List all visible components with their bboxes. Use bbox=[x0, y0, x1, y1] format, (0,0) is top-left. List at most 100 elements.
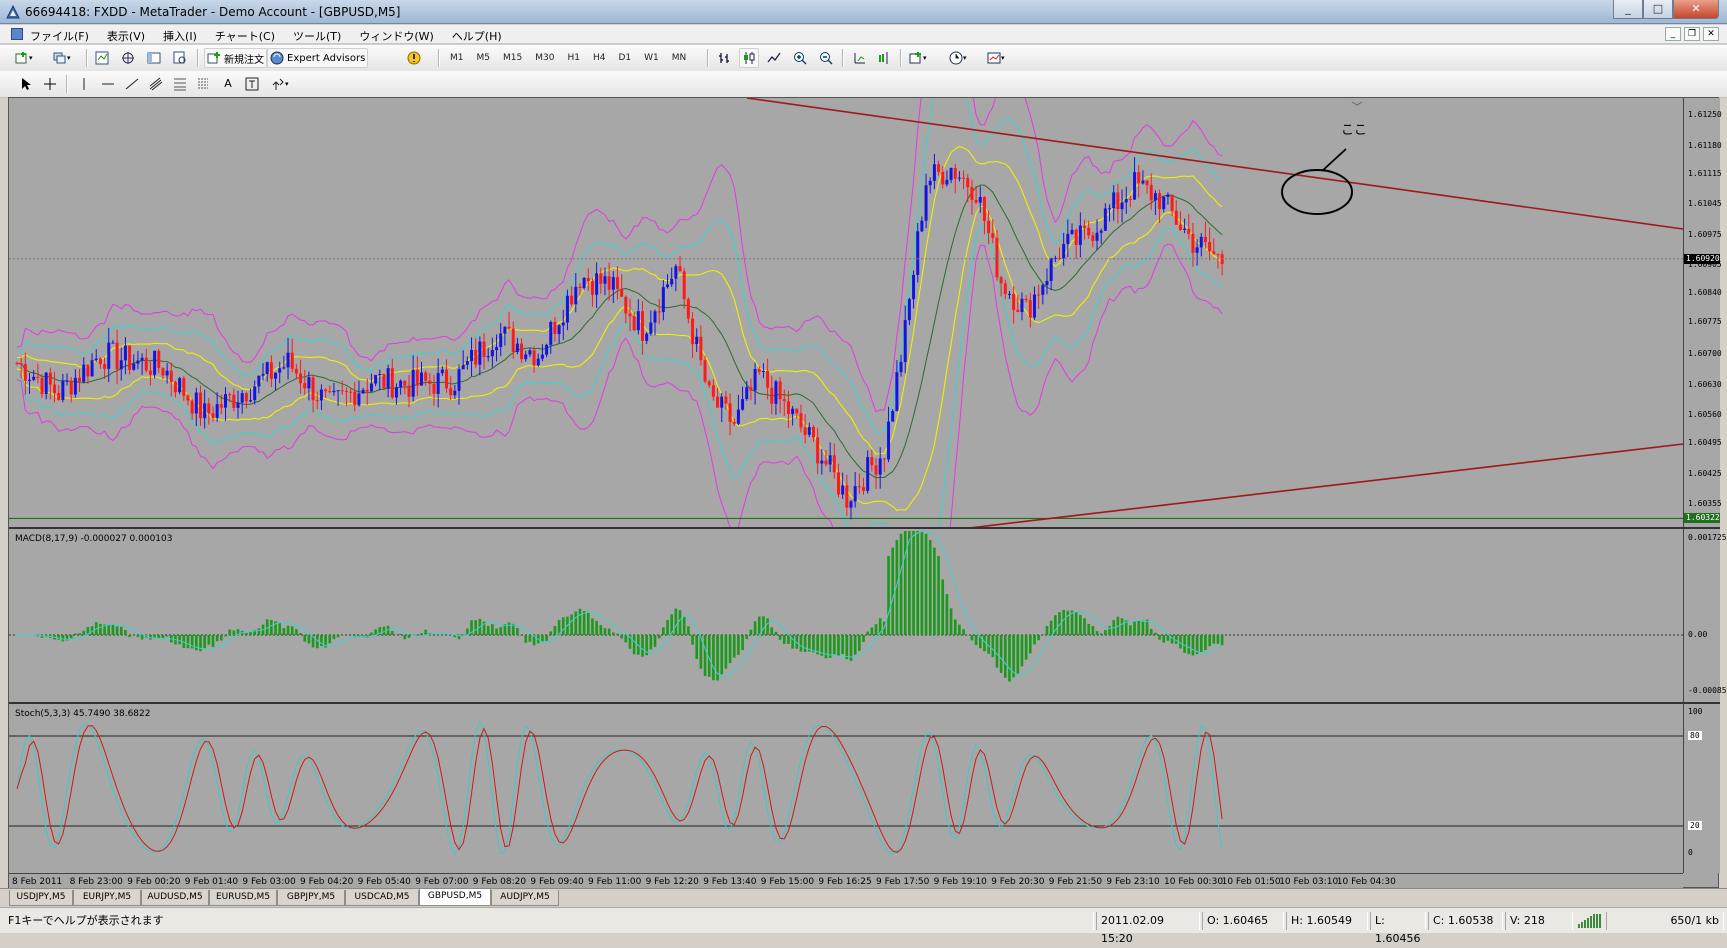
chart-tab[interactable]: AUDUSD,M5 bbox=[141, 890, 209, 906]
maximize-button[interactable]: □ bbox=[1643, 0, 1673, 19]
bar-chart-button[interactable] bbox=[714, 48, 734, 68]
text-label-button[interactable] bbox=[242, 74, 262, 94]
horizontal-line-button[interactable] bbox=[98, 74, 118, 94]
zoom-out-button[interactable] bbox=[816, 48, 836, 68]
candle-body bbox=[1075, 230, 1078, 245]
channel-icon bbox=[149, 77, 163, 91]
expert-advisors-button[interactable]: Expert Advisors bbox=[267, 48, 368, 68]
candle-body bbox=[812, 427, 815, 437]
connection-bars-icon[interactable] bbox=[1578, 914, 1602, 928]
arrows-button[interactable]: ▾ bbox=[268, 74, 292, 94]
candle-body bbox=[491, 350, 494, 356]
chart-tab[interactable]: GBPJPY,M5 bbox=[277, 890, 345, 906]
fibo-fan-button[interactable] bbox=[194, 74, 214, 94]
auto-scroll-button[interactable] bbox=[849, 48, 869, 68]
candle-body bbox=[808, 427, 811, 435]
macd-bar bbox=[166, 635, 169, 636]
chart-window[interactable]: ここ 1.612501.611801.611151.610451.609751.… bbox=[8, 97, 1719, 888]
chart-tab[interactable]: AUDJPY,M5 bbox=[491, 890, 559, 906]
macd-bar bbox=[1037, 635, 1040, 640]
macd-bar bbox=[933, 548, 936, 635]
time-axis[interactable]: 8 Feb 20118 Feb 23:009 Feb 00:209 Feb 01… bbox=[9, 873, 1683, 888]
strategy-tester-button[interactable] bbox=[170, 48, 190, 68]
equidistant-channel-button[interactable] bbox=[146, 74, 166, 94]
trendline-button[interactable] bbox=[122, 74, 142, 94]
candle-body bbox=[937, 164, 940, 172]
title-bar[interactable]: 66694418: FXDD - MetaTrader - Demo Accou… bbox=[0, 0, 1727, 24]
market-watch-button[interactable] bbox=[92, 48, 112, 68]
macd-bar bbox=[295, 629, 298, 635]
macd-bar bbox=[971, 635, 974, 640]
macd-bar bbox=[120, 627, 123, 635]
candle-body bbox=[107, 343, 110, 369]
candle-body bbox=[508, 327, 511, 329]
child-minimize-button[interactable]: _ bbox=[1665, 27, 1681, 41]
alerts-button[interactable] bbox=[404, 48, 424, 68]
crosshair-tool-button[interactable] bbox=[40, 74, 60, 94]
stochastic-pane[interactable] bbox=[9, 704, 1683, 873]
candle-body bbox=[866, 457, 869, 491]
candle-body bbox=[758, 369, 761, 372]
timeframe-m1-button[interactable]: M1 bbox=[447, 53, 467, 63]
periods-button[interactable]: ▾ bbox=[946, 48, 970, 68]
chart-tab[interactable]: EURUSD,M5 bbox=[209, 890, 277, 906]
zoom-in-icon bbox=[793, 51, 807, 65]
line-chart-button[interactable] bbox=[764, 48, 784, 68]
chart-tab[interactable]: USDCAD,M5 bbox=[345, 890, 419, 906]
candle-body bbox=[99, 359, 102, 365]
candle-body bbox=[470, 350, 473, 361]
timeframe-m15-button[interactable]: M15 bbox=[500, 53, 525, 63]
terminal-button[interactable] bbox=[144, 48, 164, 68]
macd-pane[interactable] bbox=[9, 529, 1683, 703]
templates-button[interactable]: ▾ bbox=[984, 48, 1008, 68]
menu-item[interactable]: 挿入(I) bbox=[163, 28, 197, 44]
macd-bar bbox=[216, 635, 219, 641]
vertical-line-button[interactable] bbox=[74, 74, 94, 94]
candlestick-button[interactable] bbox=[739, 48, 759, 68]
child-restore-button[interactable]: ❐ bbox=[1684, 27, 1700, 41]
navigator-button[interactable] bbox=[118, 48, 138, 68]
macd-bar bbox=[370, 633, 373, 635]
macd-bar bbox=[937, 556, 940, 635]
child-close-button[interactable]: ✕ bbox=[1703, 27, 1719, 41]
text-tool-button[interactable]: A bbox=[218, 74, 238, 94]
zoom-in-button[interactable] bbox=[790, 48, 810, 68]
chart-tab[interactable]: GBPUSD,M5 bbox=[419, 889, 491, 906]
chart-shift-button[interactable] bbox=[874, 48, 894, 68]
candle-body bbox=[649, 323, 652, 334]
timeframe-d1-button[interactable]: D1 bbox=[615, 53, 634, 63]
new-order-button[interactable]: 新規注文 bbox=[204, 48, 267, 68]
timeframe-h1-button[interactable]: H1 bbox=[564, 53, 583, 63]
price-scale[interactable]: 1.612501.611801.611151.610451.609751.609… bbox=[1683, 98, 1720, 528]
document-icon[interactable] bbox=[11, 28, 23, 40]
fibonacci-button[interactable] bbox=[170, 74, 190, 94]
menu-item[interactable]: ツール(T) bbox=[293, 28, 341, 44]
candle-body bbox=[428, 381, 431, 384]
cursor-tool-button[interactable] bbox=[16, 74, 36, 94]
indicators-button[interactable]: ▾ bbox=[906, 48, 930, 68]
timeframe-h4-button[interactable]: H4 bbox=[590, 53, 609, 63]
new-chart-button[interactable]: ▾ bbox=[12, 48, 36, 68]
close-button[interactable]: ✕ bbox=[1673, 0, 1719, 19]
timeframe-m5-button[interactable]: M5 bbox=[474, 53, 494, 63]
price-label: 1.60355 bbox=[1688, 499, 1722, 508]
chart-tab[interactable]: EURJPY,M5 bbox=[73, 890, 141, 906]
candle-body bbox=[1016, 310, 1019, 312]
menu-item[interactable]: チャート(C) bbox=[215, 28, 275, 44]
menu-item[interactable]: 表示(V) bbox=[107, 28, 145, 44]
chart-tab[interactable]: USDJPY,M5 bbox=[9, 890, 73, 906]
menu-item[interactable]: ヘルプ(H) bbox=[452, 28, 502, 44]
menu-item[interactable]: ファイル(F) bbox=[30, 28, 89, 44]
market-watch-icon bbox=[95, 51, 109, 65]
timeframe-w1-button[interactable]: W1 bbox=[641, 53, 662, 63]
timeframe-m30-button[interactable]: M30 bbox=[532, 53, 557, 63]
candle-body bbox=[1204, 237, 1207, 242]
profiles-button[interactable]: ▾ bbox=[50, 48, 74, 68]
timeframe-mn-button[interactable]: MN bbox=[669, 53, 690, 63]
candle-body bbox=[845, 485, 848, 507]
menu-item[interactable]: ウィンドウ(W) bbox=[359, 28, 433, 44]
price-chart[interactable]: ここ bbox=[9, 98, 1683, 528]
minimize-button[interactable]: _ bbox=[1613, 0, 1643, 19]
candle-body bbox=[203, 403, 206, 418]
moving-average-line bbox=[17, 185, 1222, 478]
